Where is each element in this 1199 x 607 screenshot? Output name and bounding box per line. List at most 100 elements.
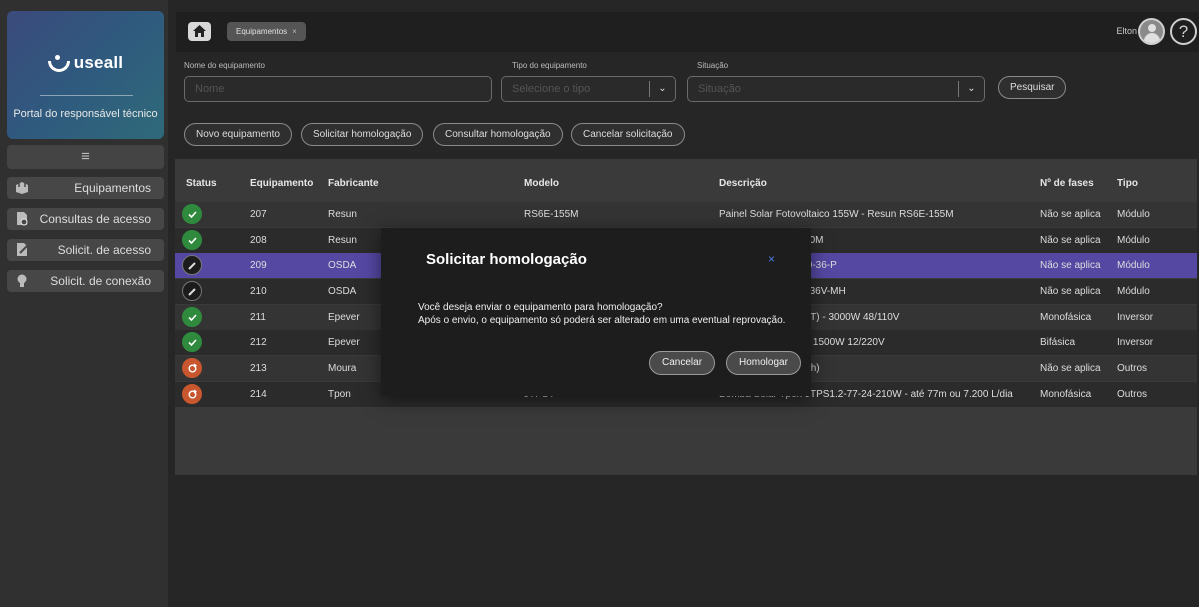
- tab-equipamentos[interactable]: Equipamentos ×: [227, 22, 306, 41]
- search-button[interactable]: Pesquisar: [998, 76, 1067, 99]
- cell-type: Módulo: [1117, 260, 1150, 271]
- check-icon: [182, 307, 202, 327]
- pencil-icon: [182, 255, 202, 275]
- tab-label: Equipamentos: [236, 27, 288, 36]
- tab-close-icon[interactable]: ×: [292, 27, 297, 36]
- help-icon[interactable]: ?: [1170, 18, 1197, 45]
- cell-maker: Epever: [328, 312, 360, 323]
- table-header: Status Equipamento Fabricante Modelo Des…: [175, 159, 1197, 203]
- cell-id: 207: [250, 209, 267, 220]
- status-select[interactable]: Situação ⌄: [687, 76, 985, 102]
- type-select-value: Selecione o tipo: [512, 83, 591, 95]
- column-header[interactable]: Tipo: [1117, 178, 1138, 189]
- column-header[interactable]: Equipamento: [250, 178, 313, 189]
- check-icon: [182, 332, 202, 352]
- cell-maker: Epever: [328, 337, 360, 348]
- user-name: Elton: [1116, 26, 1137, 36]
- equipment-icon: [16, 182, 28, 194]
- user-avatar[interactable]: [1138, 18, 1165, 45]
- cell-phases: Não se aplica: [1040, 235, 1101, 246]
- column-header[interactable]: Fabricante: [328, 178, 379, 189]
- name-filter-label: Nome do equipamento: [184, 61, 265, 70]
- cell-type: Inversor: [1117, 337, 1154, 348]
- chevron-down-icon: ⌄: [958, 81, 984, 97]
- chevron-down-icon: ⌄: [649, 81, 675, 97]
- name-input[interactable]: Nome: [184, 76, 492, 102]
- sidebar-item-label: Solicit. de acesso: [57, 243, 151, 257]
- logo: useall: [7, 53, 164, 73]
- check-icon: [182, 204, 202, 224]
- cell-maker: Moura: [328, 363, 357, 374]
- column-header[interactable]: Descrição: [719, 178, 767, 189]
- dialog-cancel-button[interactable]: Cancelar: [649, 351, 716, 375]
- cell-id: 212: [250, 337, 267, 348]
- cell-id: 208: [250, 235, 267, 246]
- request-homologation-button[interactable]: Solicitar homologação: [301, 123, 424, 146]
- cell-id: 213: [250, 363, 267, 374]
- cell-maker: OSDA: [328, 286, 357, 297]
- consult-homologation-button[interactable]: Consultar homologação: [433, 123, 563, 146]
- pencil-icon: [182, 281, 202, 301]
- cell-id: 214: [250, 389, 267, 400]
- cell-maker: Resun: [328, 209, 357, 220]
- column-header[interactable]: Nº de fases: [1040, 178, 1094, 189]
- sidebar-item-label: Consultas de acesso: [39, 212, 151, 226]
- cancel-request-button[interactable]: Cancelar solicitação: [571, 123, 685, 146]
- dialog-message-line: Após o envio, o equipamento só poderá se…: [418, 315, 786, 326]
- close-icon[interactable]: ×: [768, 252, 775, 266]
- cell-type: Outros: [1117, 363, 1148, 374]
- cell-maker: Tpon: [328, 389, 351, 400]
- app-root: useall Portal do responsável técnico ≡ E…: [0, 0, 1199, 607]
- cell-type: Módulo: [1117, 235, 1150, 246]
- home-button[interactable]: [188, 22, 211, 41]
- sidebar-item-label: Equipamentos: [74, 181, 151, 195]
- type-filter-label: Tipo do equipamento: [512, 61, 587, 70]
- cell-maker: OSDA: [328, 260, 357, 271]
- document-search-icon: [17, 212, 28, 226]
- sidebar-item-solicit-acesso[interactable]: Solicit. de acesso: [7, 239, 164, 261]
- sidebar-item-label: Solicit. de conexão: [50, 274, 151, 288]
- top-bar: Equipamentos × Elton ?: [176, 12, 1199, 52]
- portal-label: Portal do responsável técnico: [13, 108, 158, 120]
- homologation-dialog: Solicitar homologação × Você deseja envi…: [381, 228, 811, 396]
- cell-desc: Painel Solar Fotovoltaico 155W - Resun R…: [719, 209, 954, 220]
- sidebar-item-consultas[interactable]: Consultas de acesso: [7, 208, 164, 230]
- cell-phases: Não se aplica: [1040, 260, 1101, 271]
- cell-maker: Resun: [328, 235, 357, 246]
- sidebar-nav: Equipamentos Consultas de acesso Solicit…: [7, 177, 164, 301]
- status-filter-label: Situação: [697, 61, 729, 70]
- dialog-homologate-button[interactable]: Homologar: [726, 351, 801, 375]
- dialog-title: Solicitar homologação: [426, 251, 587, 268]
- cell-phases: Não se aplica: [1040, 209, 1101, 220]
- new-equipment-button[interactable]: Novo equipamento: [184, 123, 292, 146]
- table-row[interactable]: 207 Resun RS6E-155M Painel Solar Fotovoltai…: [175, 202, 1197, 227]
- cell-phases: Monofásica: [1040, 312, 1092, 323]
- cell-phases: Bifásica: [1040, 337, 1076, 348]
- brand-name: useall: [73, 53, 124, 72]
- sidebar-item-solicit-conexao[interactable]: Solicit. de conexão: [7, 270, 164, 292]
- column-header[interactable]: Status: [186, 178, 217, 189]
- brand-panel: useall Portal do responsável técnico: [7, 11, 164, 139]
- cell-type: Módulo: [1117, 286, 1150, 297]
- check-icon: [182, 230, 202, 250]
- sidebar-item-equipamentos[interactable]: Equipamentos: [7, 177, 164, 199]
- cell-type: Outros: [1117, 389, 1148, 400]
- cell-id: 209: [250, 260, 267, 271]
- lightbulb-icon: [17, 274, 27, 287]
- column-header[interactable]: Modelo: [524, 178, 559, 189]
- brand-divider: [40, 95, 133, 96]
- useall-logo-icon: [47, 54, 70, 73]
- cell-type: Inversor: [1117, 312, 1154, 323]
- home-icon: [193, 25, 206, 37]
- cell-id: 210: [250, 286, 267, 297]
- sidebar: useall Portal do responsável técnico ≡ E…: [0, 0, 168, 607]
- type-select[interactable]: Selecione o tipo ⌄: [501, 76, 676, 102]
- cell-phases: Não se aplica: [1040, 363, 1101, 374]
- menu-toggle-button[interactable]: ≡: [7, 145, 164, 169]
- document-edit-icon: [17, 243, 28, 256]
- cell-type: Módulo: [1117, 209, 1150, 220]
- cell-phases: Monofásica: [1040, 389, 1092, 400]
- dialog-message: Você deseja enviar o equipamento para ho…: [418, 301, 785, 327]
- dialog-message-line: Você deseja enviar o equipamento para ho…: [418, 302, 663, 313]
- sync-icon: [182, 384, 202, 404]
